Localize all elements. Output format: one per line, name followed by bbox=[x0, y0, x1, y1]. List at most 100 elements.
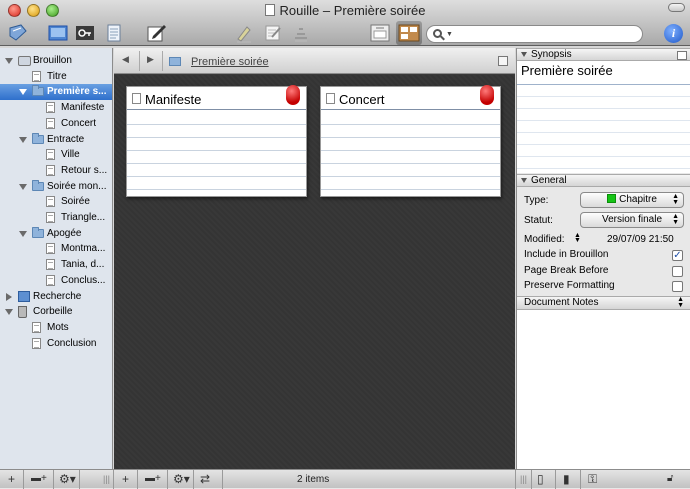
disclosure-triangle-icon[interactable] bbox=[19, 230, 27, 237]
bottom-divider bbox=[137, 470, 138, 489]
toolbar-toggle-button[interactable] bbox=[668, 3, 685, 12]
image-toggle-icon[interactable] bbox=[677, 51, 687, 60]
binder-item[interactable]: Montma... bbox=[0, 241, 112, 257]
disclosure-triangle-icon[interactable] bbox=[6, 292, 12, 301]
card-rule bbox=[321, 189, 500, 190]
binder-item[interactable]: Titre bbox=[0, 69, 112, 85]
search-options-chevron-icon[interactable]: ▼ bbox=[446, 31, 453, 38]
disclosure-triangle-icon[interactable] bbox=[19, 183, 27, 190]
info-icon[interactable]: i bbox=[664, 24, 683, 43]
corkboard-button[interactable] bbox=[396, 21, 422, 45]
binder-item-label: Tania, d... bbox=[61, 259, 105, 271]
binder-item[interactable]: Concert bbox=[0, 116, 112, 132]
gear-icon[interactable]: ⚙▾ bbox=[59, 472, 76, 486]
doc-view-button[interactable] bbox=[47, 21, 69, 45]
search-input[interactable] bbox=[455, 27, 635, 41]
breadcrumb[interactable]: Première soirée bbox=[191, 56, 269, 68]
binder-item[interactable]: Entracte bbox=[0, 132, 112, 148]
binder-item[interactable]: Corbeille bbox=[0, 304, 112, 320]
binder-item[interactable]: Apogée bbox=[0, 226, 112, 242]
search-field[interactable]: ▼ bbox=[426, 25, 643, 43]
type-popup[interactable]: Chapitre ▲ ▼ bbox=[580, 192, 684, 208]
disclosure-triangle-icon[interactable] bbox=[19, 89, 27, 96]
splitter-grip-icon[interactable]: ||| bbox=[520, 472, 527, 486]
notes-popup-arrows-icon[interactable]: ▲ ▼ bbox=[677, 296, 684, 309]
card-title[interactable]: Manifeste bbox=[145, 92, 201, 107]
page-view-button[interactable] bbox=[104, 21, 124, 45]
binder-toggle-button[interactable] bbox=[6, 21, 30, 45]
binder-item[interactable]: Manifeste bbox=[0, 100, 112, 116]
binder-item[interactable]: Mots bbox=[0, 320, 112, 336]
synopsis-header-label: Synopsis bbox=[531, 49, 572, 60]
card-rule bbox=[321, 163, 500, 164]
disclosure-triangle-icon[interactable] bbox=[5, 58, 13, 64]
disclosure-triangle-icon[interactable] bbox=[521, 52, 527, 57]
add-card-icon[interactable]: + bbox=[122, 472, 129, 486]
index-card-concert[interactable]: Concert bbox=[320, 85, 501, 197]
index-card-manifeste[interactable]: Manifeste bbox=[126, 85, 307, 197]
card-rule bbox=[127, 176, 306, 177]
forward-arrow-icon[interactable]: ▶ bbox=[147, 54, 154, 65]
annotation-button[interactable] bbox=[262, 21, 284, 45]
titlebar: Rouille – Première soirée ▼ i bbox=[0, 0, 690, 46]
gear-icon[interactable]: ⚙▾ bbox=[173, 472, 190, 486]
binder-item[interactable]: Conclusion bbox=[0, 336, 112, 352]
folder-icon bbox=[32, 132, 44, 144]
lock-icon[interactable]: 🔓︎ bbox=[667, 472, 673, 486]
date-type-stepper-icon[interactable]: ▲ ▼ bbox=[574, 232, 581, 244]
back-arrow-icon[interactable]: ◀ bbox=[122, 54, 129, 65]
synopsis-header[interactable]: Synopsis bbox=[517, 48, 690, 61]
bottom-divider bbox=[113, 470, 114, 489]
bookmark-icon[interactable]: ▮ bbox=[563, 472, 570, 486]
binder-item-label: Apogée bbox=[47, 227, 82, 239]
disclosure-triangle-icon[interactable] bbox=[19, 136, 27, 143]
binder-item[interactable]: Recherche bbox=[0, 289, 112, 305]
document-notes-area[interactable] bbox=[517, 310, 690, 469]
window-title: Rouille – Première soirée bbox=[279, 3, 426, 18]
swap-arrows-icon[interactable]: ⇄ bbox=[200, 472, 210, 486]
disclosure-triangle-icon[interactable] bbox=[521, 178, 527, 183]
binder-item[interactable]: Brouillon bbox=[0, 53, 112, 69]
corkboard[interactable]: Manifeste Concert bbox=[114, 75, 515, 469]
document-notes-header[interactable]: Document Notes ▲ ▼ bbox=[517, 296, 690, 310]
highlight-button[interactable] bbox=[233, 21, 255, 45]
binder-item[interactable]: Triangle... bbox=[0, 210, 112, 226]
pagebreak-checkbox[interactable] bbox=[672, 266, 683, 277]
snapshot-button[interactable] bbox=[290, 21, 312, 45]
status-popup[interactable]: Version finale ▲ ▼ bbox=[580, 212, 684, 228]
binder-item-label: Retour s... bbox=[61, 164, 108, 176]
item-count: 2 items bbox=[297, 474, 330, 485]
general-header[interactable]: General bbox=[517, 174, 690, 187]
keywords-button[interactable] bbox=[74, 21, 96, 45]
binder-item-label: Corbeille bbox=[33, 306, 73, 318]
binder-item[interactable]: Soirée bbox=[0, 194, 112, 210]
key-icon[interactable]: ⚿ bbox=[588, 472, 597, 486]
synopsis-title[interactable]: Première soirée bbox=[521, 63, 613, 78]
card-title[interactable]: Concert bbox=[339, 92, 385, 107]
binder-item[interactable]: Retour s... bbox=[0, 163, 112, 179]
binder-item[interactable]: Première s... bbox=[0, 84, 112, 101]
disclosure-triangle-icon[interactable] bbox=[5, 309, 13, 316]
add-item-icon[interactable]: + bbox=[8, 472, 15, 486]
splitter-grip-icon[interactable]: ||| bbox=[103, 472, 110, 486]
synopsis-area[interactable]: Première soirée bbox=[517, 51, 690, 173]
scrivenings-button[interactable] bbox=[368, 21, 392, 45]
add-folder-icon[interactable]: ▬+ bbox=[31, 472, 47, 486]
compose-button[interactable] bbox=[144, 21, 168, 45]
binder-item[interactable]: Ville bbox=[0, 147, 112, 163]
card-rule bbox=[321, 150, 500, 151]
notes-tab-icon[interactable]: ▯ bbox=[537, 472, 544, 486]
binder-item[interactable]: Tania, d... bbox=[0, 257, 112, 273]
card-rule bbox=[321, 137, 500, 138]
binder-item[interactable]: Conclus... bbox=[0, 273, 112, 289]
split-view-icon[interactable] bbox=[498, 56, 508, 66]
binder-item-label: Titre bbox=[47, 70, 67, 82]
document-icon bbox=[46, 196, 55, 208]
document-icon bbox=[46, 164, 55, 176]
document-icon bbox=[32, 337, 41, 349]
add-folder-card-icon[interactable]: ▬+ bbox=[145, 472, 161, 486]
preserve-checkbox[interactable] bbox=[672, 281, 683, 292]
include-checkbox[interactable]: ✓ bbox=[672, 250, 683, 261]
general-header-label: General bbox=[531, 175, 567, 186]
binder-item[interactable]: Soirée mon... bbox=[0, 179, 112, 195]
